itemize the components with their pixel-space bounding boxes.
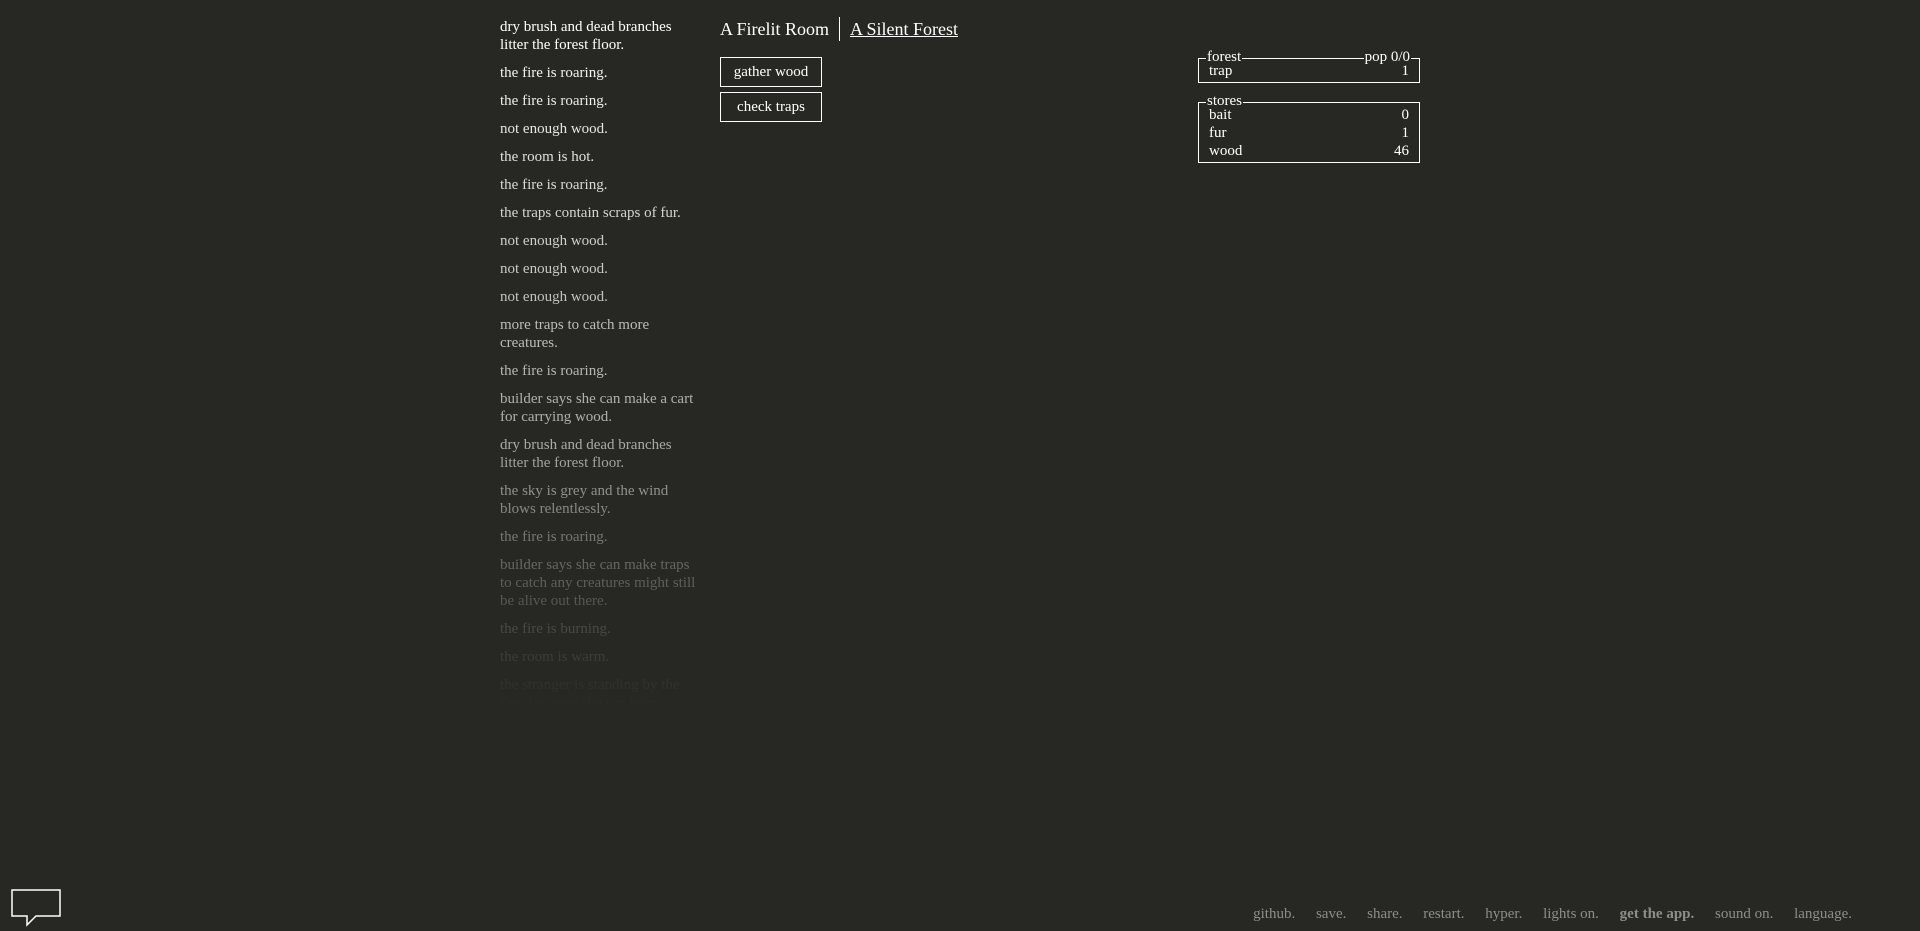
notification-item: the stranger is standing by the fire. sh… xyxy=(500,677,680,708)
notification-item: the room is hot. xyxy=(500,149,595,165)
check-traps-button[interactable]: check traps xyxy=(720,92,822,122)
location-header: A Firelit Room A Silent Forest xyxy=(720,17,968,41)
store-row: wood 46 xyxy=(1209,142,1409,160)
gather-wood-button[interactable]: gather wood xyxy=(720,57,822,87)
notification-item: the fire is roaring. xyxy=(500,65,608,81)
store-name: fur xyxy=(1209,125,1227,141)
language-link[interactable]: language. xyxy=(1794,906,1852,922)
speech-bubble-icon[interactable] xyxy=(11,889,61,927)
notification-item: the fire is roaring. xyxy=(500,363,608,379)
notification-item: builder says she can make traps to catch… xyxy=(500,557,696,609)
tab-firelit-room[interactable]: A Firelit Room xyxy=(720,18,839,40)
hyper-link[interactable]: hyper. xyxy=(1485,906,1522,922)
game-wrapper: dry brush and dead branches litter the f… xyxy=(0,0,1920,931)
notification-item: not enough wood. xyxy=(500,233,608,249)
stores-panel: stores bait 0 fur 1 wood 46 xyxy=(1198,93,1420,163)
footer-menu: github. save. share. restart. hyper. lig… xyxy=(1236,906,1852,923)
notification-item: the traps contain scraps of fur. xyxy=(500,205,681,221)
store-amount: 1 xyxy=(1401,125,1410,141)
notification-item: the fire is roaring. xyxy=(500,177,608,193)
tab-silent-forest[interactable]: A Silent Forest xyxy=(850,18,968,40)
lights-toggle[interactable]: lights on. xyxy=(1543,906,1599,922)
get-app-link[interactable]: get the app. xyxy=(1620,906,1695,922)
notification-item: dry brush and dead branches litter the f… xyxy=(500,19,672,53)
notification-item: the fire is roaring. xyxy=(500,93,608,109)
restart-link[interactable]: restart. xyxy=(1423,906,1464,922)
save-link[interactable]: save. xyxy=(1316,906,1346,922)
header-divider xyxy=(839,17,841,41)
share-link[interactable]: share. xyxy=(1367,906,1402,922)
notification-item: the fire is roaring. xyxy=(500,529,608,545)
sound-toggle[interactable]: sound on. xyxy=(1715,906,1773,922)
notification-item: dry brush and dead branches litter the f… xyxy=(500,437,672,471)
notification-log: dry brush and dead branches litter the f… xyxy=(500,18,700,708)
forest-panel-legend: forest xyxy=(1206,49,1243,65)
notification-item: the fire is burning. xyxy=(500,621,611,637)
notification-item: builder says she can make a cart for car… xyxy=(500,391,694,425)
store-amount: 0 xyxy=(1401,107,1410,123)
notification-item: the sky is grey and the wind blows relen… xyxy=(500,483,669,517)
store-row: fur 1 xyxy=(1209,124,1409,142)
store-amount: 46 xyxy=(1394,143,1409,159)
notification-item: more traps to catch more creatures. xyxy=(500,317,650,351)
stores-panel-legend: stores xyxy=(1206,93,1243,109)
store-name: wood xyxy=(1209,143,1243,159)
github-link[interactable]: github. xyxy=(1253,906,1295,922)
population-counter: pop 0/0 xyxy=(1363,49,1411,65)
notification-item: not enough wood. xyxy=(500,289,608,305)
notification-item: not enough wood. xyxy=(500,121,608,137)
speech-bubble-icon-graphic xyxy=(11,889,61,927)
action-buttons: gather wood check traps xyxy=(720,57,822,127)
forest-panel: forest pop 0/0 trap 1 xyxy=(1198,49,1420,83)
notification-item: the room is warm. xyxy=(500,649,610,665)
notification-item: not enough wood. xyxy=(500,261,608,277)
